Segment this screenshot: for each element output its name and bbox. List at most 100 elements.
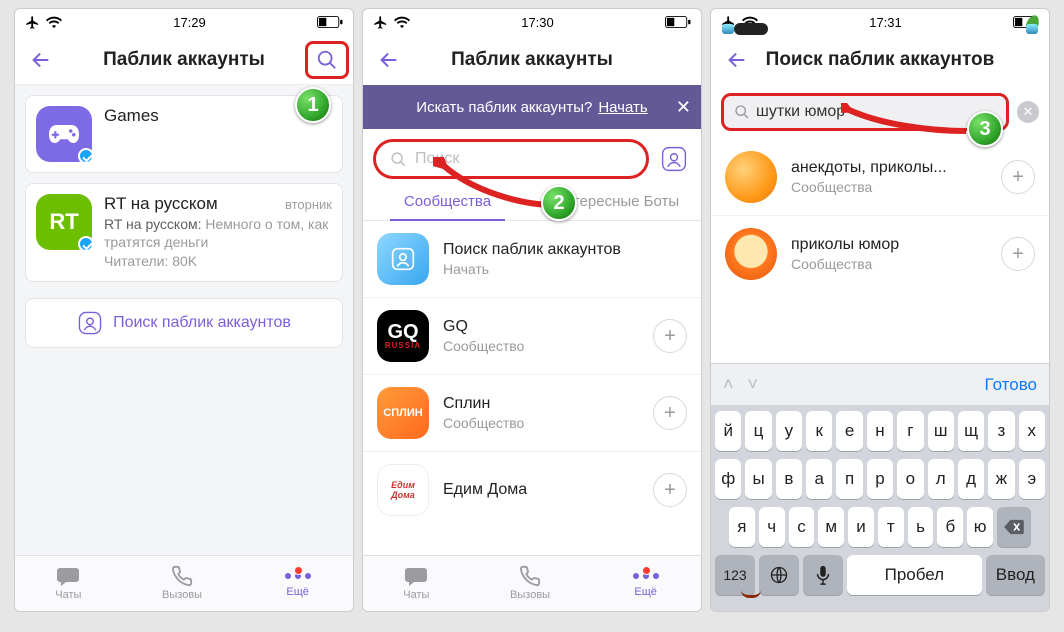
key-у[interactable]: у bbox=[776, 411, 802, 451]
key-ж[interactable]: ж bbox=[988, 459, 1014, 499]
key-ь[interactable]: ь bbox=[908, 507, 934, 547]
key-и[interactable]: и bbox=[848, 507, 874, 547]
avatar: GQRUSSIA bbox=[377, 310, 429, 362]
avatar: RT bbox=[36, 194, 92, 250]
phone-screen-3: 17:31 Поиск паблик аккаунтов ✕ анекдоты,… bbox=[710, 8, 1050, 612]
close-icon[interactable]: ✕ bbox=[676, 85, 691, 129]
keyboard-toolbar: ˄ ˅ Готово bbox=[711, 363, 1049, 405]
status-time: 17:29 bbox=[173, 15, 206, 30]
list-item[interactable]: RT RT на русском вторник RT на русском: … bbox=[25, 183, 343, 282]
backspace-key[interactable] bbox=[997, 507, 1031, 547]
tab-calls[interactable]: Вызовы bbox=[162, 565, 202, 601]
search-public-accounts-button[interactable]: Поиск паблик аккаунтов bbox=[25, 298, 343, 348]
list-item-title: RT на русском bbox=[104, 194, 218, 214]
key-р[interactable]: р bbox=[867, 459, 893, 499]
add-button[interactable]: + bbox=[653, 473, 687, 507]
notif-dot-icon bbox=[642, 566, 651, 575]
list-item[interactable]: ЕдимДома Едим Дома + bbox=[363, 452, 701, 528]
key-щ[interactable]: щ bbox=[958, 411, 984, 451]
list-item-readers: Читатели: 80K bbox=[104, 253, 332, 271]
callout-badge: 1 bbox=[295, 87, 331, 123]
key-й[interactable]: й bbox=[715, 411, 741, 451]
callout-badge: 3 bbox=[967, 111, 1003, 147]
phone-screen-1: 17:29 Паблик аккаунты Games RT bbox=[14, 8, 354, 612]
key-з[interactable]: з bbox=[988, 411, 1014, 451]
key-б[interactable]: б bbox=[937, 507, 963, 547]
wifi-icon bbox=[394, 16, 410, 28]
key-т[interactable]: т bbox=[878, 507, 904, 547]
add-button[interactable]: + bbox=[653, 396, 687, 430]
key-ы[interactable]: ы bbox=[745, 459, 771, 499]
add-button[interactable]: + bbox=[1001, 160, 1035, 194]
search-icon bbox=[734, 104, 750, 120]
key-а[interactable]: а bbox=[806, 459, 832, 499]
list-item-sub: Начать bbox=[443, 261, 621, 277]
search-button[interactable] bbox=[305, 41, 349, 79]
search-icon bbox=[390, 151, 407, 168]
nav-header: Паблик аккаунты bbox=[15, 35, 353, 85]
list-item[interactable]: приколы юмор Сообщества + bbox=[711, 216, 1049, 292]
callout-badge: 2 bbox=[541, 185, 577, 221]
back-button[interactable] bbox=[717, 35, 757, 85]
avatar bbox=[36, 106, 92, 162]
key-о[interactable]: о bbox=[897, 459, 923, 499]
key-х[interactable]: х bbox=[1019, 411, 1045, 451]
list-item-title: приколы юмор bbox=[791, 236, 899, 254]
list-item[interactable]: СПЛИН Сплин Сообщество + bbox=[363, 375, 701, 452]
avatar: ЕдимДома bbox=[377, 464, 429, 516]
tab-calls[interactable]: Вызовы bbox=[510, 565, 550, 601]
list-item-title: Поиск паблик аккаунтов bbox=[443, 241, 621, 259]
add-button[interactable]: + bbox=[1001, 237, 1035, 271]
wifi-icon bbox=[46, 16, 62, 28]
enter-key[interactable]: Ввод bbox=[986, 555, 1045, 595]
list-item[interactable]: анекдоты, приколы... Сообщества + bbox=[711, 139, 1049, 216]
tab-more[interactable]: Ещё bbox=[283, 568, 313, 598]
space-key[interactable]: Пробел bbox=[847, 555, 982, 595]
list-item[interactable]: Поиск паблик аккаунтов Начать bbox=[363, 221, 701, 298]
key-ц[interactable]: ц bbox=[745, 411, 771, 451]
nav-header: Поиск паблик аккаунтов bbox=[711, 35, 1049, 85]
back-button[interactable] bbox=[21, 35, 61, 84]
back-button[interactable] bbox=[369, 35, 409, 85]
status-time: 17:30 bbox=[521, 15, 554, 30]
globe-key[interactable] bbox=[759, 555, 799, 595]
key-ч[interactable]: ч bbox=[759, 507, 785, 547]
search-banner[interactable]: Искать паблик аккаунты? Начать ✕ bbox=[363, 85, 701, 129]
key-в[interactable]: в bbox=[776, 459, 802, 499]
mic-key[interactable] bbox=[803, 555, 843, 595]
tab-more[interactable]: Ещё bbox=[631, 568, 661, 598]
list-item-sub: Сообщества bbox=[791, 256, 899, 272]
tab-chats[interactable]: Чаты bbox=[55, 565, 81, 601]
key-с[interactable]: с bbox=[789, 507, 815, 547]
verified-badge-icon bbox=[78, 148, 94, 164]
list-item-preview: RT на русском: Немного о том, как тратят… bbox=[104, 216, 332, 251]
key-д[interactable]: д bbox=[958, 459, 984, 499]
key-м[interactable]: м bbox=[818, 507, 844, 547]
nav-header: Паблик аккаунты bbox=[363, 35, 701, 85]
key-н[interactable]: н bbox=[867, 411, 893, 451]
key-ю[interactable]: ю bbox=[967, 507, 993, 547]
chevron-down-icon[interactable]: ˅ bbox=[748, 374, 759, 395]
numbers-key[interactable]: 123 bbox=[715, 555, 755, 595]
banner-link[interactable]: Начать bbox=[598, 99, 647, 116]
list-item[interactable]: GQRUSSIA GQ Сообщество + bbox=[363, 298, 701, 375]
discover-button[interactable] bbox=[657, 142, 691, 176]
keyboard-done-button[interactable]: Готово bbox=[985, 375, 1038, 395]
key-е[interactable]: е bbox=[836, 411, 862, 451]
page-title: Паблик аккаунты bbox=[451, 49, 613, 71]
key-я[interactable]: я bbox=[729, 507, 755, 547]
mic-icon bbox=[815, 565, 831, 585]
key-э[interactable]: э bbox=[1019, 459, 1045, 499]
airplane-icon bbox=[25, 15, 40, 30]
key-л[interactable]: л bbox=[928, 459, 954, 499]
add-button[interactable]: + bbox=[653, 319, 687, 353]
key-п[interactable]: п bbox=[836, 459, 862, 499]
chevron-up-icon[interactable]: ˄ bbox=[723, 374, 734, 395]
page-title: Поиск паблик аккаунтов bbox=[766, 49, 995, 71]
key-г[interactable]: г bbox=[897, 411, 923, 451]
clear-button[interactable]: ✕ bbox=[1017, 101, 1039, 123]
key-ф[interactable]: ф bbox=[715, 459, 741, 499]
key-ш[interactable]: ш bbox=[928, 411, 954, 451]
key-к[interactable]: к bbox=[806, 411, 832, 451]
tab-chats[interactable]: Чаты bbox=[403, 565, 429, 601]
